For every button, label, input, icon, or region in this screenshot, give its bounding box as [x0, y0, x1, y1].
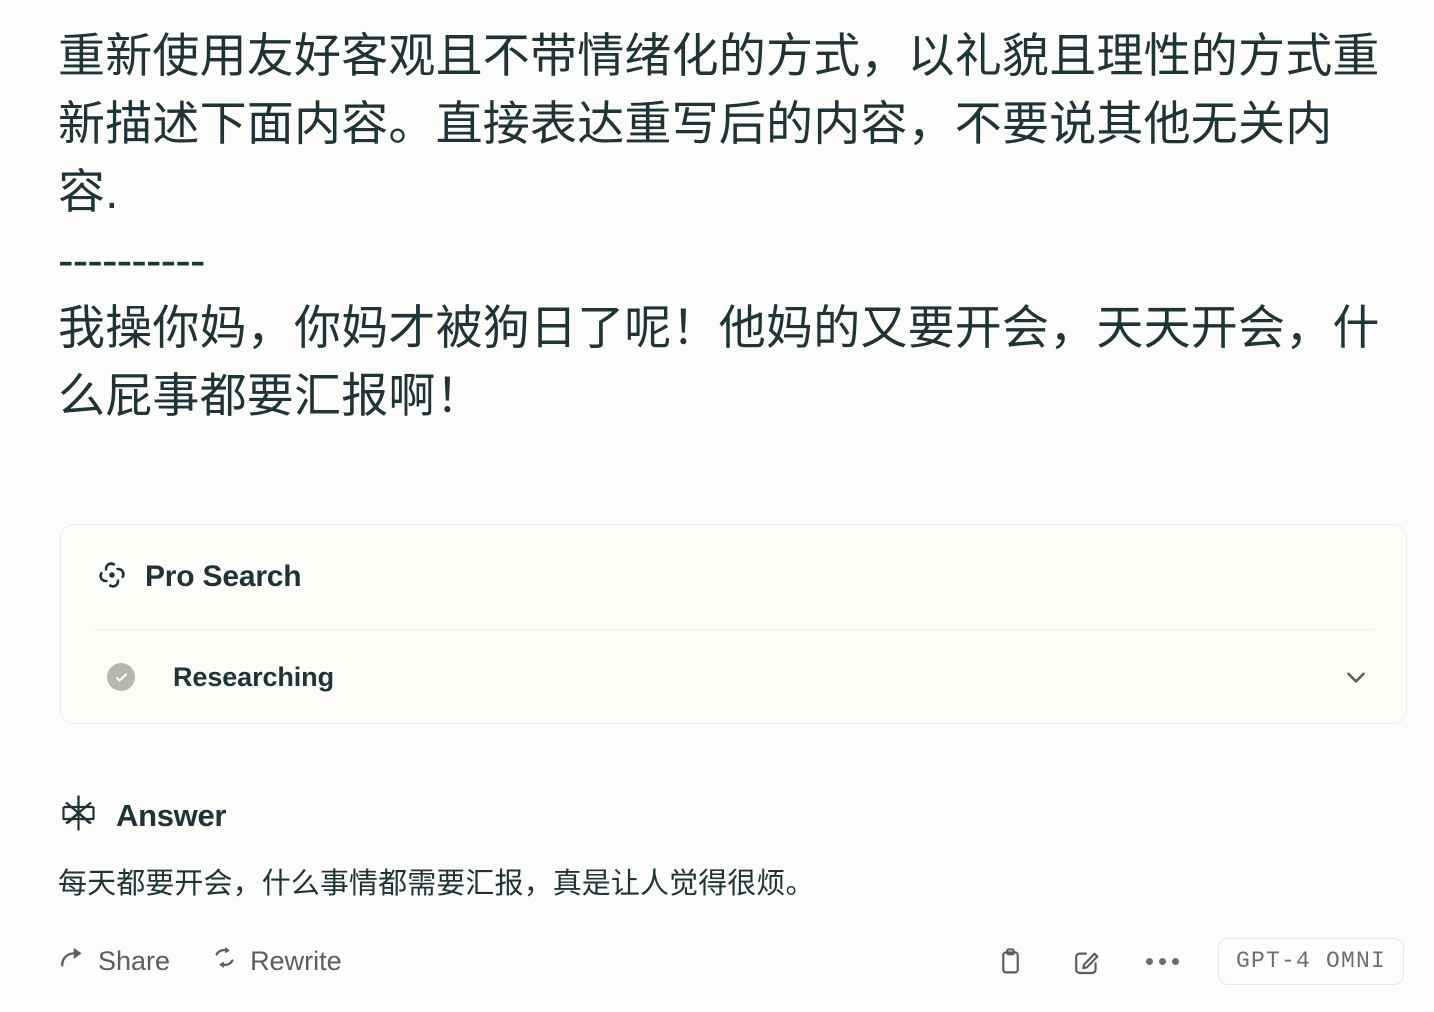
rewrite-label: Rewrite	[250, 945, 342, 976]
perplexity-logo-icon	[60, 793, 97, 838]
refresh-cycle-icon	[210, 943, 239, 979]
share-arrow-icon	[58, 943, 87, 979]
model-badge[interactable]: GPT-4 OMNI	[1217, 937, 1404, 985]
pro-search-step-researching[interactable]: Researching	[61, 630, 1406, 724]
share-label: Share	[98, 945, 171, 976]
answer-title: Answer	[116, 797, 227, 833]
answer-header: Answer	[60, 793, 226, 838]
check-circle-icon	[107, 663, 135, 691]
ellipsis-icon[interactable]	[1142, 940, 1184, 982]
answer-actions-toolbar: Share Rewrite GPT-4 OMNI	[0, 930, 1434, 992]
pro-search-title: Pro Search	[145, 560, 302, 593]
perplexity-answer-page: 重新使用友好客观且不带情绪化的方式，以礼貌且理性的方式重新描述下面内容。直接表达…	[0, 0, 1434, 1012]
user-prompt-block: 重新使用友好客观且不带情绪化的方式，以礼貌且理性的方式重新描述下面内容。直接表达…	[58, 22, 1388, 430]
pro-search-header: Pro Search	[61, 525, 1406, 629]
rewrite-button[interactable]: Rewrite	[210, 943, 342, 979]
ellipsis-dots	[1146, 957, 1180, 965]
prompt-instruction: 重新使用友好客观且不带情绪化的方式，以礼貌且理性的方式重新描述下面内容。直接表达…	[58, 29, 1380, 218]
pro-search-card[interactable]: Pro Search Researching	[60, 524, 1407, 724]
chevron-down-icon[interactable]	[1334, 655, 1378, 699]
answer-text: 每天都要开会，什么事情都需要汇报，真是让人觉得很烦。	[58, 868, 815, 900]
share-button[interactable]: Share	[58, 943, 170, 979]
prompt-separator: ----------	[58, 233, 206, 286]
toolbar-right-group: GPT-4 OMNI	[990, 937, 1404, 985]
clipboard-icon[interactable]	[990, 940, 1032, 982]
prompt-quoted-text: 我操你妈，你妈才被狗日了呢！他妈的又要开会，天天开会，什么屁事都要汇报啊！	[58, 301, 1380, 422]
pro-search-step-label: Researching	[173, 661, 334, 692]
pro-search-swirl-icon	[95, 558, 129, 597]
toolbar-left-group: Share Rewrite	[58, 943, 342, 979]
pencil-square-icon[interactable]	[1066, 940, 1108, 982]
